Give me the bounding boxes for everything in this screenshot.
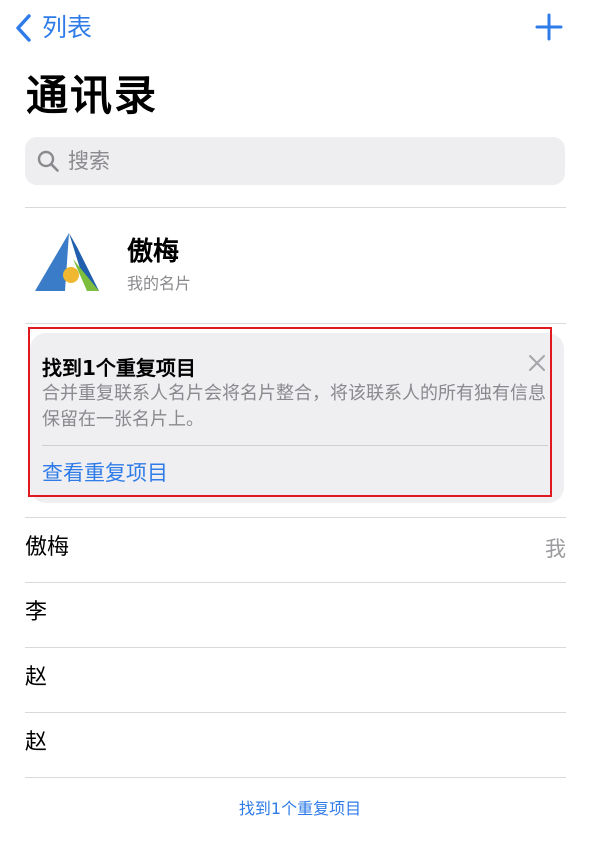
contact-name: 李 xyxy=(25,600,48,625)
divider xyxy=(25,207,566,208)
contact-row[interactable]: 傲梅 我 xyxy=(25,517,566,582)
my-card-subtitle: 我的名片 xyxy=(127,274,192,293)
contact-row[interactable]: 赵 xyxy=(25,712,566,778)
navigation-bar: 列表 xyxy=(0,0,600,60)
contact-name: 赵 xyxy=(25,730,48,755)
view-duplicates-link[interactable]: 查看重复项目 xyxy=(42,458,168,488)
my-card[interactable]: 傲梅 我的名片 xyxy=(25,225,565,305)
close-button[interactable] xyxy=(526,352,548,374)
search-input[interactable] xyxy=(66,148,550,174)
contact-name: 傲梅 xyxy=(25,535,70,560)
page-title: 通讯录 xyxy=(26,71,159,120)
contact-name: 赵 xyxy=(25,665,48,690)
me-badge: 我 xyxy=(545,537,566,561)
add-contact-button[interactable] xyxy=(534,12,564,42)
found-duplicates-link[interactable]: 找到1个重复项目 xyxy=(0,796,600,822)
back-label: 列表 xyxy=(42,13,93,42)
search-bar[interactable] xyxy=(25,137,565,185)
duplicate-notice-description: 合并重复联系人名片会将名片整合，将该联系人的所有独有信息保留在一张名片上。 xyxy=(42,383,546,430)
contact-row[interactable]: 李 xyxy=(25,582,566,647)
contact-list: 傲梅 我 李 赵 赵 xyxy=(25,517,566,778)
divider xyxy=(25,323,566,324)
chevron-left-icon xyxy=(16,14,31,42)
search-icon xyxy=(37,150,59,172)
contact-row[interactable]: 赵 xyxy=(25,647,566,712)
app-logo-icon xyxy=(35,233,99,291)
divider xyxy=(42,445,548,446)
my-card-name: 傲梅 xyxy=(127,237,180,267)
close-icon xyxy=(529,355,545,371)
back-button[interactable]: 列表 xyxy=(14,8,92,48)
duplicate-notice-title: 找到1个重复项目 xyxy=(42,356,196,380)
plus-icon xyxy=(535,13,563,41)
